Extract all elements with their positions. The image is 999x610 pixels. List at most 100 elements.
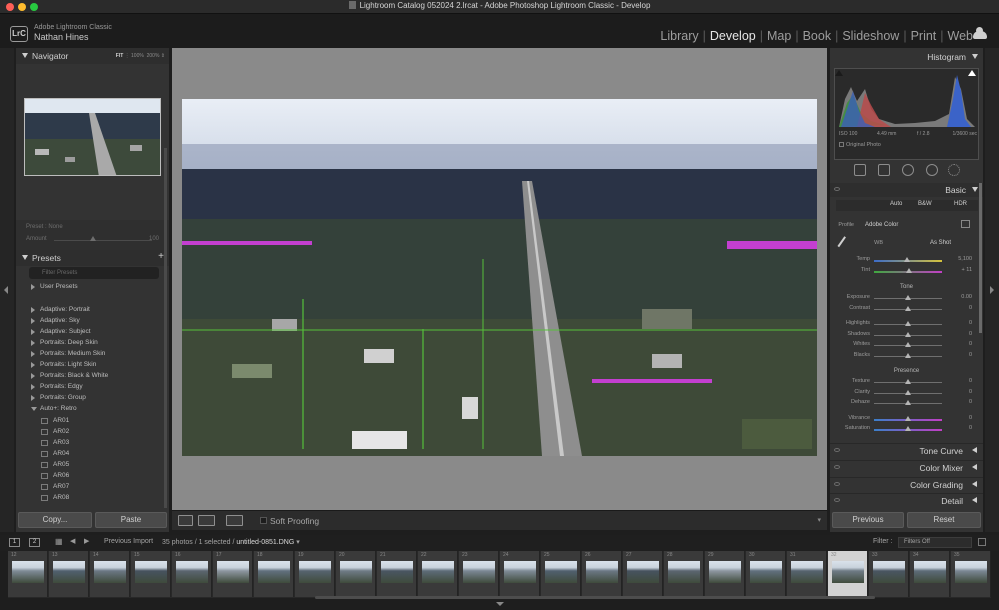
reset-button[interactable]: Reset (907, 512, 981, 528)
shadows-slider-thumb[interactable] (905, 331, 911, 337)
masking-icon[interactable] (948, 164, 960, 176)
clarity-slider-thumb[interactable] (905, 389, 911, 395)
filmstrip-thumbnail[interactable] (135, 561, 167, 583)
blacks-slider-thumb[interactable] (905, 352, 911, 358)
filmstrip-thumbnail[interactable] (258, 561, 290, 583)
preset-group[interactable]: Portraits: Medium Skin (16, 349, 169, 360)
shadows-value[interactable]: 0 (950, 331, 972, 337)
copy-button[interactable]: Copy... (18, 512, 92, 528)
back-arrow-icon[interactable]: ◀ (70, 537, 75, 545)
filmstrip-cell[interactable]: 25 (541, 551, 581, 597)
filmstrip-thumbnail[interactable] (94, 561, 126, 583)
filmstrip-cell[interactable]: 12 (8, 551, 48, 597)
filmstrip-thumbnail[interactable] (668, 561, 700, 583)
highlights-slider-thumb[interactable] (905, 321, 911, 326)
filmstrip-thumbnail[interactable] (791, 561, 823, 583)
filmstrip-cell[interactable]: 21 (377, 551, 417, 597)
original-photo-toggle[interactable]: Original Photo (839, 142, 881, 148)
filmstrip-cell[interactable]: 19 (295, 551, 335, 597)
saturation-slider-thumb[interactable] (905, 426, 911, 431)
filmstrip-cell[interactable]: 24 (500, 551, 540, 597)
tone-curve-header[interactable]: Tone Curve (830, 443, 983, 457)
whites-value[interactable]: 0 (950, 341, 972, 347)
filmstrip-thumbnail[interactable] (299, 561, 331, 583)
wb-dropdown[interactable]: As Shot (930, 240, 951, 246)
filmstrip-toggle-icon[interactable] (496, 602, 504, 606)
contrast-value[interactable]: 0 (950, 305, 972, 311)
filmstrip-thumbnail[interactable] (422, 561, 454, 583)
zoom-200[interactable]: 200% (147, 53, 160, 59)
panel-toggle-icon[interactable] (834, 187, 840, 191)
soft-proofing-checkbox[interactable] (260, 517, 267, 524)
preset-search-input[interactable]: Filter Presets (29, 267, 159, 279)
filter-dropdown[interactable]: Filters Off (898, 537, 972, 548)
filmstrip-cell[interactable]: 18 (254, 551, 294, 597)
preset-item[interactable]: AR03 (16, 438, 169, 449)
detail-header[interactable]: Detail (830, 493, 983, 507)
filmstrip-scrollbar[interactable] (315, 596, 875, 599)
amount-slider-thumb[interactable] (90, 236, 96, 241)
module-book[interactable]: Book (803, 29, 832, 43)
filmstrip-thumbnail[interactable] (340, 561, 372, 583)
preset-group[interactable]: Portraits: Group (16, 393, 169, 404)
basic-header[interactable]: Basic (830, 183, 983, 197)
filmstrip-thumbnail[interactable] (504, 561, 536, 583)
contrast-slider-thumb[interactable] (905, 305, 911, 311)
profile-browser-icon[interactable] (961, 220, 970, 228)
paste-button[interactable]: Paste (95, 512, 167, 528)
clarity-value[interactable]: 0 (950, 389, 972, 395)
preset-group[interactable]: Portraits: Deep Skin (16, 338, 169, 349)
filmstrip-cell[interactable]: 35 (951, 551, 991, 597)
right-panel-scrollbar[interactable] (979, 183, 982, 333)
module-map[interactable]: Map (767, 29, 791, 43)
page-1-button[interactable]: 1 (9, 538, 20, 547)
presets-header[interactable]: Presets + (16, 250, 169, 266)
texture-slider-thumb[interactable] (905, 379, 911, 384)
filmstrip-cell[interactable]: 32 (828, 551, 868, 597)
dehaze-slider-thumb[interactable] (905, 400, 911, 405)
preset-group[interactable]: Portraits: Black & White (16, 371, 169, 382)
preset-item[interactable]: AR08 (16, 493, 169, 504)
filmstrip-cell[interactable]: 13 (49, 551, 89, 597)
left-edge-bar[interactable] (0, 48, 14, 532)
zoom-fit[interactable]: FIT (116, 53, 124, 59)
blacks-value[interactable]: 0 (950, 352, 972, 358)
auto-button[interactable]: Auto (890, 201, 902, 207)
whites-slider-thumb[interactable] (905, 342, 911, 347)
filmstrip-cell[interactable]: 30 (746, 551, 786, 597)
filmstrip-thumbnail[interactable] (463, 561, 495, 583)
filmstrip-cell[interactable]: 26 (582, 551, 622, 597)
vibrance-slider-thumb[interactable] (905, 415, 911, 421)
loupe-view-icon[interactable] (178, 515, 193, 526)
filmstrip-thumbnail[interactable] (53, 561, 85, 583)
before-after-icon[interactable] (198, 515, 215, 526)
hdr-button[interactable]: HDR (954, 201, 967, 207)
vibrance-value[interactable]: 0 (950, 415, 972, 421)
filmstrip-thumbnail[interactable] (709, 561, 741, 583)
filmstrip-thumbnail[interactable] (832, 561, 864, 583)
filmstrip-cell[interactable]: 31 (787, 551, 827, 597)
preset-item[interactable]: AR01 (16, 416, 169, 427)
bw-button[interactable]: B&W (918, 201, 932, 207)
filter-lock-icon[interactable] (978, 538, 986, 546)
amount-slider[interactable] (54, 240, 152, 241)
dehaze-value[interactable]: 0 (950, 399, 972, 405)
tint-value[interactable]: + 11 (950, 267, 972, 273)
exposure-value[interactable]: 0.00 (950, 294, 972, 300)
color-mixer-header[interactable]: Color Mixer (830, 460, 983, 474)
preset-item[interactable]: AR07 (16, 482, 169, 493)
preset-group-expanded[interactable]: Auto+: Retro (16, 404, 169, 415)
preset-group[interactable]: Adaptive: Subject (16, 327, 169, 338)
filmstrip-thumbnail[interactable] (12, 561, 44, 583)
filmstrip-cell[interactable]: 27 (623, 551, 663, 597)
healing-icon[interactable] (902, 164, 914, 176)
module-library[interactable]: Library (660, 29, 698, 43)
filmstrip-thumbnail[interactable] (873, 561, 905, 583)
preset-group[interactable]: Portraits: Edgy (16, 382, 169, 393)
filmstrip-thumbnail[interactable] (750, 561, 782, 583)
filmstrip-thumbnail[interactable] (217, 561, 249, 583)
module-develop[interactable]: Develop (710, 29, 756, 43)
temp-value[interactable]: 5,100 (950, 256, 972, 262)
preset-group[interactable]: Adaptive: Sky (16, 316, 169, 327)
filmstrip-thumbnail[interactable] (914, 561, 946, 583)
